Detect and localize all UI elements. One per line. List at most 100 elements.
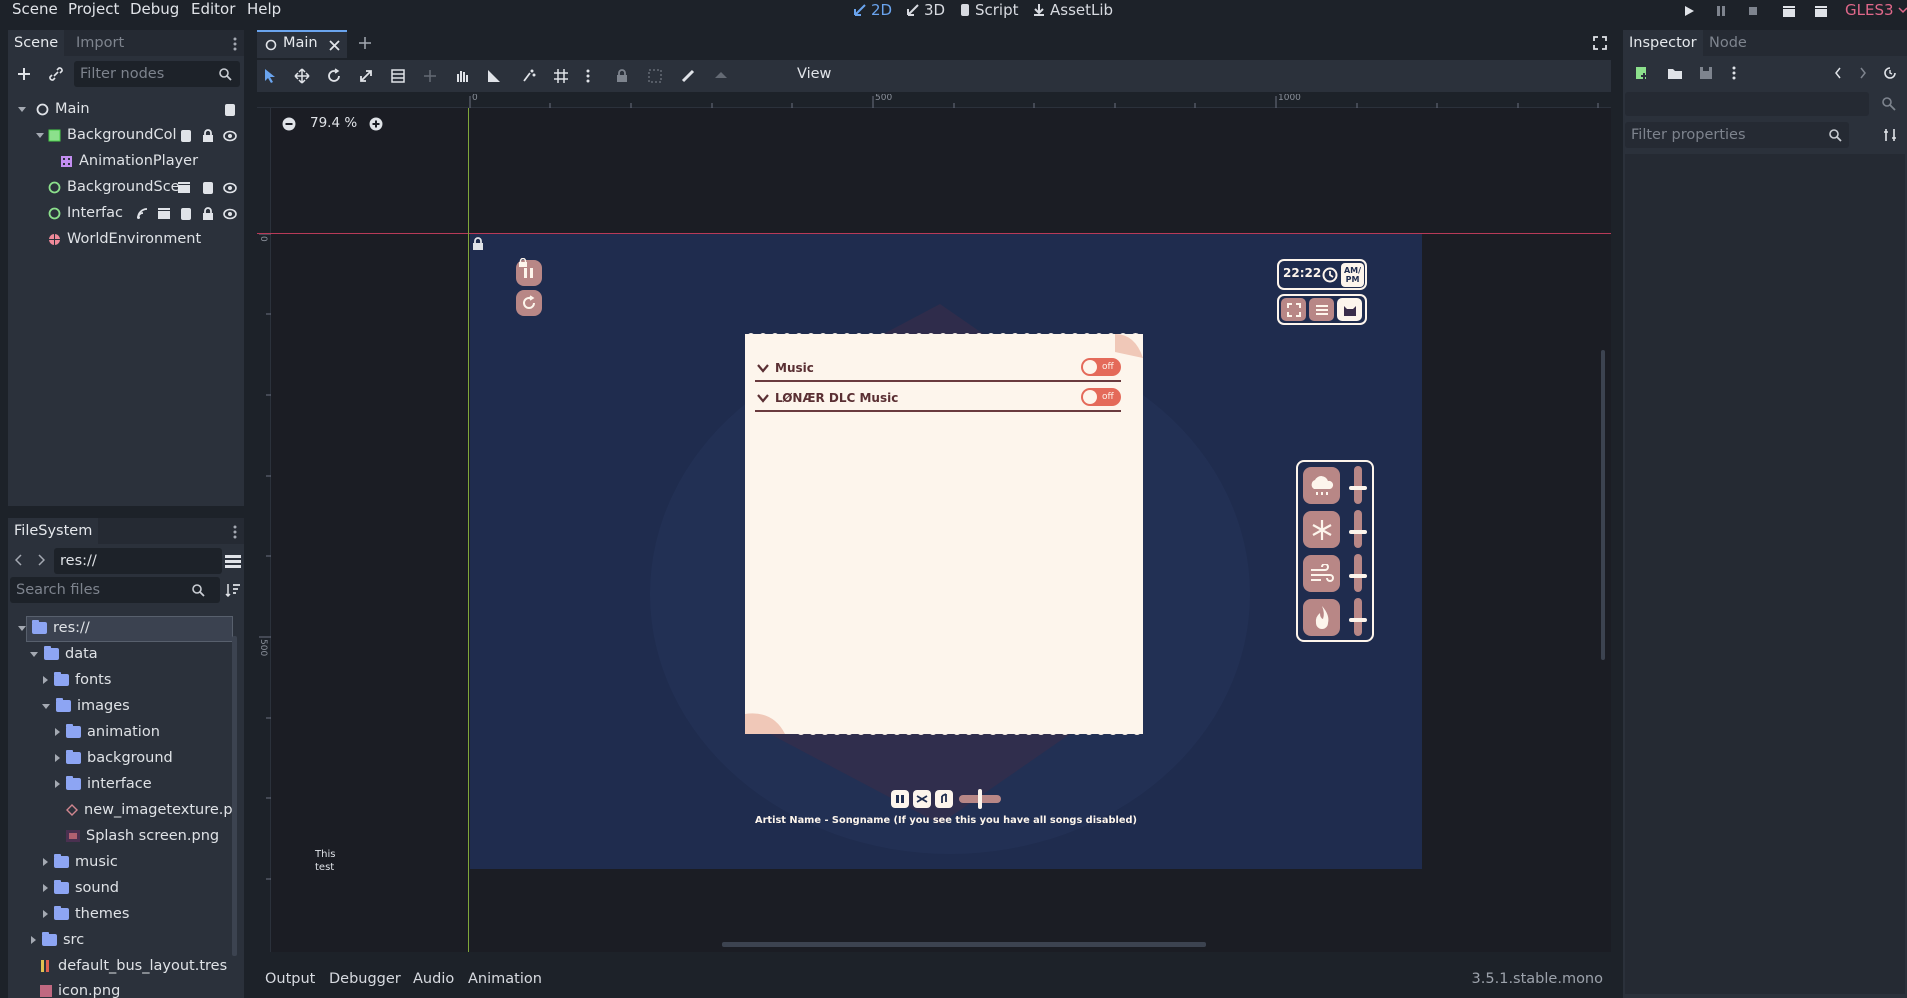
filter-properties-input[interactable]: Filter properties: [1625, 122, 1849, 148]
smart-snap-icon[interactable]: [521, 68, 537, 84]
clapperboard-icon[interactable]: [177, 181, 191, 194]
ampm-toggle[interactable]: AM/ PM: [1341, 263, 1364, 287]
filesystem-scrollbar[interactable]: [232, 636, 237, 956]
eye-visible-icon[interactable]: [223, 208, 237, 220]
zoom-level[interactable]: 79.4 %: [310, 115, 357, 131]
script-icon[interactable]: [180, 129, 192, 143]
snow-button[interactable]: [1303, 511, 1340, 548]
zoom-out-icon[interactable]: [282, 117, 296, 131]
fullscreen-button[interactable]: [1281, 298, 1306, 321]
viewport-vertical-scrollbar[interactable]: [1601, 350, 1605, 660]
signal-icon[interactable]: [136, 207, 149, 220]
save-icon[interactable]: [1699, 66, 1713, 80]
fs-item-res[interactable]: res://: [18, 615, 90, 641]
view-menu-button[interactable]: View: [797, 66, 831, 82]
back-button[interactable]: [12, 552, 26, 568]
fire-button[interactable]: [1303, 599, 1340, 636]
bottom-tab-audio[interactable]: Audio: [413, 967, 454, 991]
renderer-select[interactable]: GLES3: [1845, 0, 1907, 20]
object-path-field[interactable]: [1625, 92, 1869, 116]
menu-editor[interactable]: Editor: [191, 0, 235, 20]
new-resource-icon[interactable]: [1635, 66, 1649, 80]
instance-scene-button[interactable]: [46, 64, 66, 84]
eye-visible-icon[interactable]: [223, 182, 237, 194]
snap-options-kebab-icon[interactable]: [585, 68, 591, 84]
fire-slider-knob[interactable]: [1349, 618, 1367, 622]
snow-slider-track[interactable]: [1354, 510, 1362, 548]
lock-icon[interactable]: [615, 68, 629, 84]
media-shuffle-button[interactable]: [913, 790, 931, 808]
chevron-left-icon[interactable]: [1834, 66, 1842, 80]
stop-button[interactable]: [1743, 2, 1763, 20]
pause-button[interactable]: [1711, 2, 1731, 20]
play-button[interactable]: [1679, 2, 1699, 20]
bottom-tab-output[interactable]: Output: [265, 967, 315, 991]
eye-visible-icon[interactable]: [223, 130, 237, 142]
fs-item-fonts[interactable]: fonts: [43, 667, 111, 693]
tab-scene[interactable]: Scene: [8, 30, 65, 56]
fs-item-src[interactable]: src: [31, 927, 84, 953]
tab-node[interactable]: Node: [1703, 30, 1753, 56]
chevron-right-icon[interactable]: [1859, 66, 1867, 80]
game-scene-preview[interactable]: 22:22 AM/ PM Music off LØNÆR DLC Music o…: [470, 234, 1422, 869]
new-tab-plus-icon[interactable]: [358, 36, 372, 50]
path-input[interactable]: res://: [54, 548, 222, 574]
volume-slider-knob[interactable]: [978, 789, 982, 809]
workspace-3d-button[interactable]: 3D: [906, 0, 945, 20]
bottom-tab-animation[interactable]: Animation: [468, 967, 542, 991]
tree-node-worldenvironment[interactable]: WorldEnvironment: [16, 226, 240, 252]
workspace-2d-button[interactable]: 2D: [853, 0, 892, 20]
rain-slider-knob[interactable]: [1349, 486, 1367, 490]
search-files-input[interactable]: Search files: [10, 577, 220, 603]
rain-slider-track[interactable]: [1354, 466, 1362, 504]
tab-filesystem[interactable]: FileSystem: [8, 518, 99, 544]
tree-node-animationplayer[interactable]: AnimationPlayer: [16, 148, 240, 174]
chevron-down-icon[interactable]: [757, 363, 769, 373]
tab-main[interactable]: Main: [257, 30, 347, 58]
fs-item-data[interactable]: data: [30, 641, 98, 667]
sort-button[interactable]: [224, 581, 242, 599]
tree-node-main[interactable]: Main: [16, 96, 240, 122]
fs-item-splash-screen[interactable]: Splash screen.png: [66, 823, 219, 849]
playlist-row-music[interactable]: Music off: [755, 358, 1121, 382]
fire-slider-track[interactable]: [1354, 598, 1362, 636]
rain-button[interactable]: [1303, 467, 1340, 504]
tab-import[interactable]: Import: [70, 30, 130, 56]
menu-scene[interactable]: Scene: [12, 0, 58, 20]
fs-item-interface[interactable]: interface: [55, 771, 152, 797]
scene-dock-menu-button[interactable]: [230, 36, 240, 52]
workspace-script-button[interactable]: Script: [959, 0, 1019, 20]
close-icon[interactable]: [329, 40, 340, 51]
list-button[interactable]: [1309, 298, 1334, 321]
restart-button[interactable]: [516, 290, 542, 316]
chevron-down-icon[interactable]: [757, 393, 769, 403]
lock-icon[interactable]: [202, 207, 214, 221]
fs-item-icon-png[interactable]: icon.png: [40, 978, 120, 998]
distraction-free-icon[interactable]: [1593, 36, 1607, 50]
pan-tool-icon[interactable]: [454, 68, 470, 84]
tab-inspector[interactable]: Inspector: [1623, 30, 1703, 56]
grid-snap-icon[interactable]: [553, 68, 569, 84]
fs-item-background[interactable]: background: [55, 745, 173, 771]
filesystem-menu-button[interactable]: [230, 524, 240, 540]
select-tool-icon[interactable]: [263, 68, 277, 84]
viewport-horizontal-scrollbar[interactable]: [722, 942, 1206, 947]
skeleton-bone-icon[interactable]: [680, 68, 696, 84]
fs-item-music[interactable]: music: [43, 849, 118, 875]
workspace-assetlib-button[interactable]: AssetLib: [1032, 0, 1113, 20]
play-scene-button[interactable]: [1779, 2, 1799, 20]
wind-slider-track[interactable]: [1354, 554, 1362, 592]
add-node-button[interactable]: [14, 64, 34, 84]
rotate-tool-icon[interactable]: [326, 68, 342, 84]
script-icon[interactable]: [202, 181, 214, 195]
wind-button[interactable]: [1303, 555, 1340, 592]
toggle-split-button[interactable]: [224, 552, 242, 570]
fs-item-themes[interactable]: themes: [43, 901, 129, 927]
script-icon[interactable]: [180, 207, 192, 221]
forward-button[interactable]: [34, 552, 48, 568]
ruler-tool-icon[interactable]: [486, 68, 502, 84]
playlist-row-dlc-music[interactable]: LØNÆR DLC Music off: [755, 388, 1121, 412]
character-button[interactable]: [1337, 298, 1362, 321]
fs-item-default-bus-layout[interactable]: default_bus_layout.tres: [40, 953, 227, 979]
property-tools-icon[interactable]: [1883, 128, 1897, 142]
